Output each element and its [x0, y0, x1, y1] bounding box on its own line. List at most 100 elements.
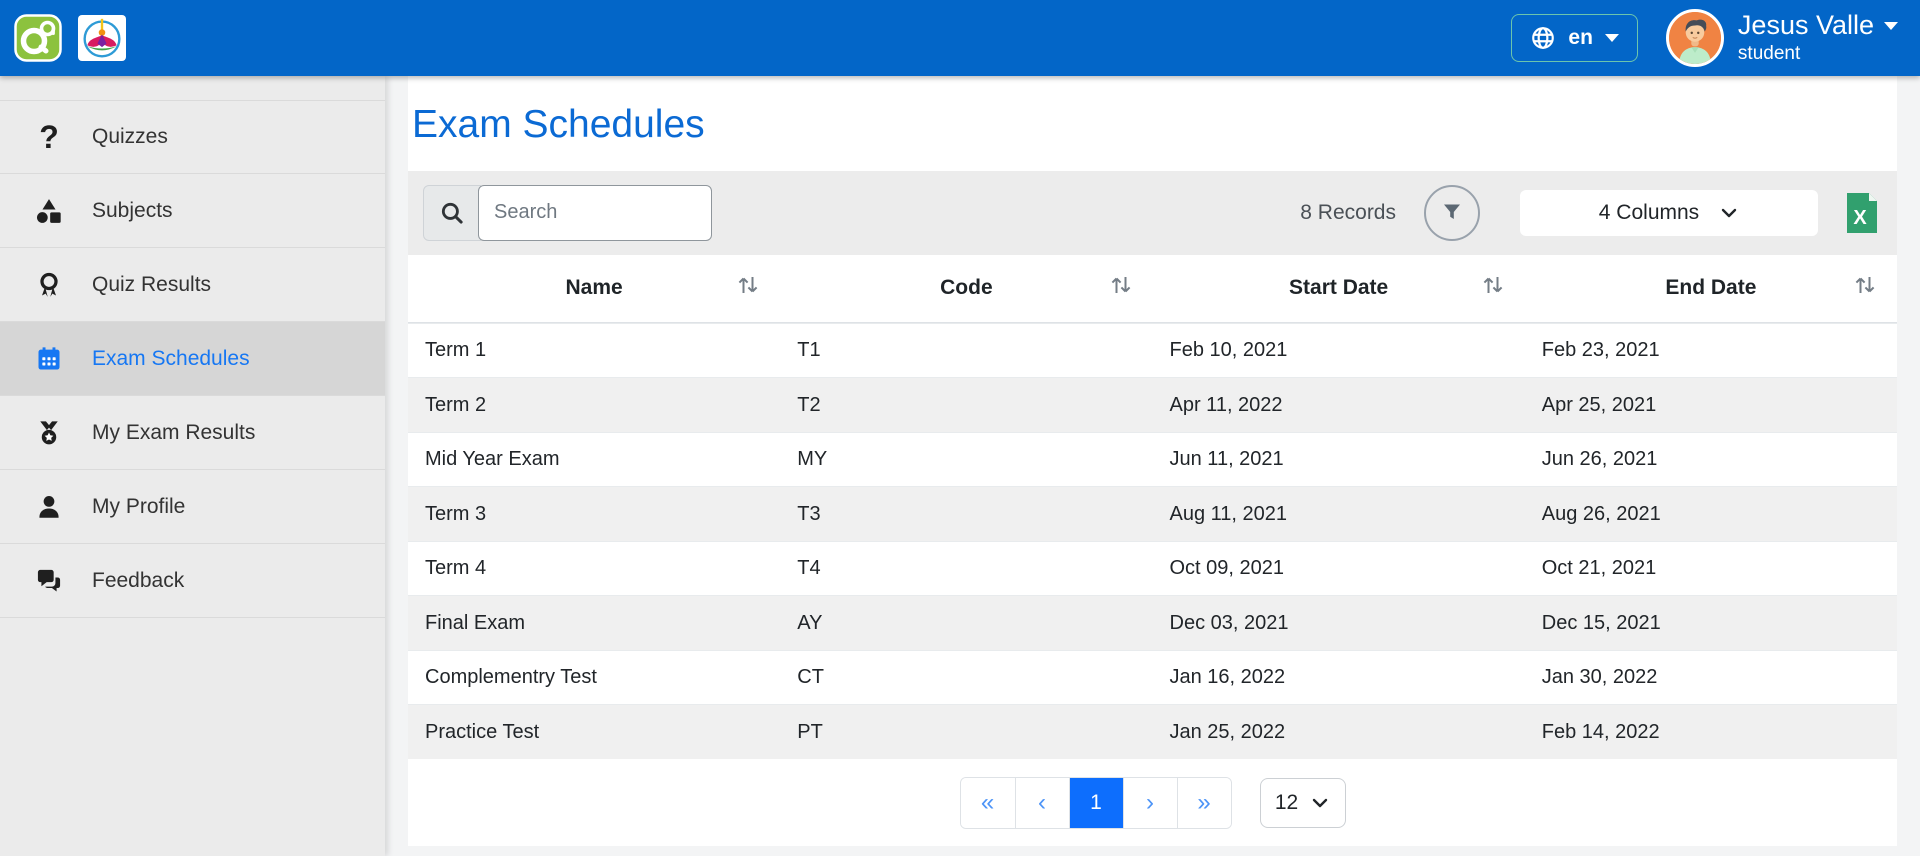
- pagination: « ‹ 1 › » 12: [408, 759, 1897, 847]
- medal-icon: [32, 271, 66, 299]
- search-icon: [423, 185, 481, 241]
- cell-end-date: Aug 26, 2021: [1525, 503, 1897, 526]
- question-mark-icon: ?: [32, 121, 66, 153]
- columns-select-value: 4 Columns: [1599, 201, 1699, 225]
- sidebar-item-my-exam-results[interactable]: My Exam Results: [0, 396, 385, 470]
- cell-end-date: Feb 14, 2022: [1525, 721, 1897, 744]
- search-group: [423, 185, 712, 241]
- cell-name: Term 1: [408, 339, 780, 362]
- table-row: Final Exam AY Dec 03, 2021 Dec 15, 2021: [408, 595, 1897, 650]
- cell-name: Complementry Test: [408, 666, 780, 689]
- cell-start-date: Feb 10, 2021: [1153, 339, 1525, 362]
- user-name: Jesus Valle: [1738, 11, 1874, 41]
- current-page-button[interactable]: 1: [1069, 778, 1123, 828]
- excel-file-icon: X: [1844, 191, 1880, 235]
- sidebar-item-label: Exam Schedules: [92, 347, 250, 371]
- chevron-down-icon: [1310, 793, 1330, 813]
- page-size-value: 12: [1275, 791, 1298, 815]
- cell-code: T1: [780, 339, 1152, 362]
- sort-icon[interactable]: [736, 272, 760, 304]
- table-row: Term 3 T3 Aug 11, 2021 Aug 26, 2021: [408, 486, 1897, 541]
- cell-code: CT: [780, 666, 1152, 689]
- user-menu[interactable]: Jesus Valle student: [1738, 11, 1898, 65]
- app-logo-icon[interactable]: [14, 14, 62, 62]
- cell-code: AY: [780, 612, 1152, 635]
- avatar[interactable]: [1666, 9, 1724, 67]
- previous-page-button[interactable]: ‹: [1015, 778, 1069, 828]
- cell-end-date: Apr 25, 2021: [1525, 394, 1897, 417]
- cell-start-date: Jun 11, 2021: [1153, 448, 1525, 471]
- funnel-icon: [1440, 201, 1464, 225]
- sidebar-item-label: Feedback: [92, 569, 184, 593]
- top-header: en Jesus Valle student: [0, 0, 1920, 76]
- language-label: en: [1568, 26, 1593, 50]
- last-page-button[interactable]: »: [1177, 778, 1231, 828]
- records-count: 8 Records: [1300, 201, 1396, 225]
- cell-code: MY: [780, 448, 1152, 471]
- search-input[interactable]: [478, 185, 712, 241]
- cell-name: Mid Year Exam: [408, 448, 780, 471]
- sidebar-item-label: Quiz Results: [92, 273, 211, 297]
- cell-end-date: Feb 23, 2021: [1525, 339, 1897, 362]
- table-body: Term 1 T1 Feb 10, 2021 Feb 23, 2021 Term…: [408, 323, 1897, 759]
- sidebar-item-label: Subjects: [92, 199, 173, 223]
- export-excel-button[interactable]: X: [1844, 190, 1882, 236]
- cell-start-date: Dec 03, 2021: [1153, 612, 1525, 635]
- cell-name: Term 3: [408, 503, 780, 526]
- medal-star-icon: [32, 419, 66, 447]
- main-content: Exam Schedules 8 Records: [385, 76, 1920, 856]
- table-row: Term 1 T1 Feb 10, 2021 Feb 23, 2021: [408, 323, 1897, 378]
- cell-start-date: Jan 16, 2022: [1153, 666, 1525, 689]
- cell-code: T4: [780, 557, 1152, 580]
- language-selector[interactable]: en: [1511, 14, 1638, 62]
- school-lotus-logo-icon[interactable]: [78, 15, 126, 61]
- chat-icon: [32, 567, 66, 595]
- cell-start-date: Aug 11, 2021: [1153, 503, 1525, 526]
- svg-text:X: X: [1853, 207, 1867, 229]
- sort-icon[interactable]: [1853, 272, 1877, 304]
- cell-name: Term 2: [408, 394, 780, 417]
- sidebar-item-subjects[interactable]: Subjects: [0, 174, 385, 248]
- user-role: student: [1738, 43, 1898, 65]
- table-row: Practice Test PT Jan 25, 2022 Feb 14, 20…: [408, 704, 1897, 759]
- column-header-name[interactable]: Name: [408, 276, 780, 300]
- column-header-start-date[interactable]: Start Date: [1153, 276, 1525, 300]
- column-header-end-date[interactable]: End Date: [1525, 276, 1897, 300]
- category-icon: [32, 197, 66, 225]
- sidebar-item-exam-schedules[interactable]: Exam Schedules: [0, 322, 385, 396]
- cell-code: T3: [780, 503, 1152, 526]
- sort-icon[interactable]: [1481, 272, 1505, 304]
- sort-icon[interactable]: [1109, 272, 1133, 304]
- sidebar-item-quizzes[interactable]: ? Quizzes: [0, 100, 385, 174]
- sidebar-item-label: My Exam Results: [92, 421, 255, 445]
- person-icon: [32, 493, 66, 521]
- sidebar: ? Quizzes Subjects Quiz Result: [0, 76, 385, 856]
- cell-name: Term 4: [408, 557, 780, 580]
- cell-start-date: Jan 25, 2022: [1153, 721, 1525, 744]
- next-page-button[interactable]: ›: [1123, 778, 1177, 828]
- table-row: Mid Year Exam MY Jun 11, 2021 Jun 26, 20…: [408, 432, 1897, 487]
- page-title: Exam Schedules: [408, 76, 1897, 171]
- cell-start-date: Oct 09, 2021: [1153, 557, 1525, 580]
- first-page-button[interactable]: «: [961, 778, 1015, 828]
- table-row: Complementry Test CT Jan 16, 2022 Jan 30…: [408, 650, 1897, 705]
- cell-code: PT: [780, 721, 1152, 744]
- columns-select[interactable]: 4 Columns: [1520, 190, 1818, 236]
- column-header-code[interactable]: Code: [780, 276, 1152, 300]
- sidebar-item-label: My Profile: [92, 495, 185, 519]
- chevron-down-icon: [1719, 203, 1739, 223]
- sidebar-item-feedback[interactable]: Feedback: [0, 544, 385, 618]
- calendar-icon: [32, 345, 66, 373]
- filter-button[interactable]: [1424, 185, 1480, 241]
- chevron-down-icon: [1884, 22, 1898, 30]
- table-header-row: Name Code: [408, 255, 1897, 323]
- cell-code: T2: [780, 394, 1152, 417]
- table-row: Term 4 T4 Oct 09, 2021 Oct 21, 2021: [408, 541, 1897, 596]
- cell-name: Final Exam: [408, 612, 780, 635]
- sidebar-item-label: Quizzes: [92, 125, 168, 149]
- sidebar-item-my-profile[interactable]: My Profile: [0, 470, 385, 544]
- sidebar-item-quiz-results[interactable]: Quiz Results: [0, 248, 385, 322]
- table-toolbar: 8 Records 4 Columns: [408, 171, 1897, 255]
- chevron-down-icon: [1605, 34, 1619, 42]
- page-size-select[interactable]: 12: [1260, 778, 1346, 828]
